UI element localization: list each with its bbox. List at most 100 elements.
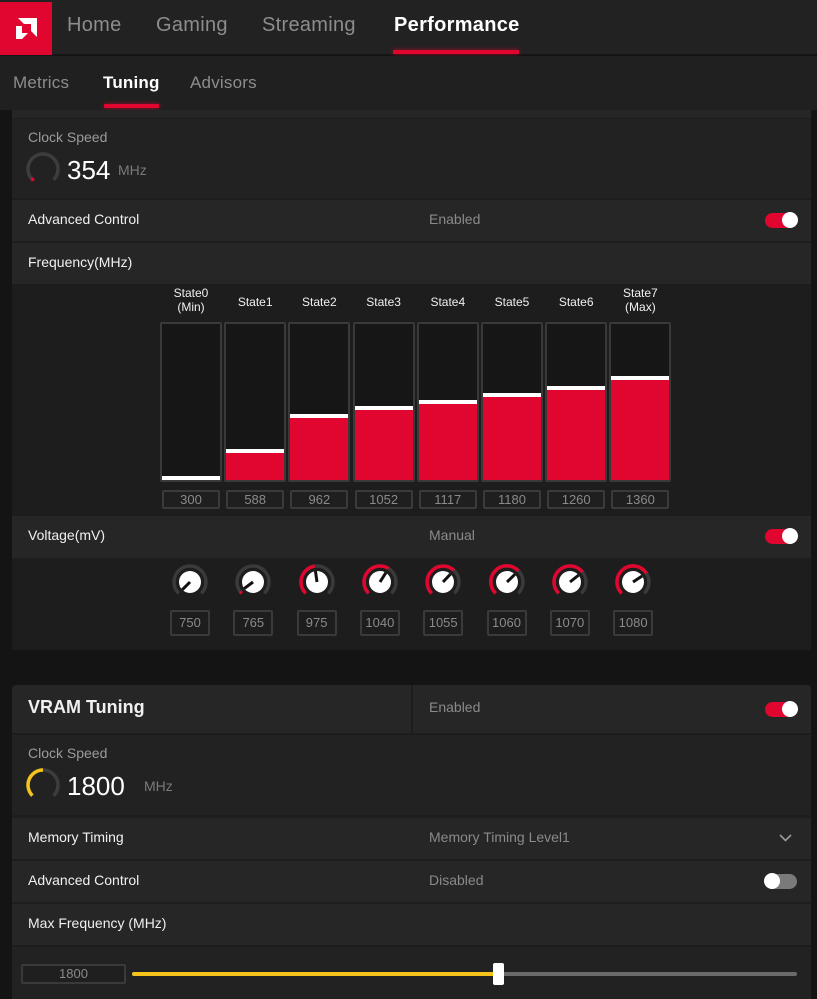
vram-tuning-status: Enabled: [429, 699, 481, 715]
voltage-dial[interactable]: [487, 564, 527, 602]
nav-tab-gaming[interactable]: Gaming: [156, 14, 228, 37]
voltage-input[interactable]: 1080: [613, 610, 654, 636]
frequency-state-fill: [354, 410, 413, 480]
voltage-label: Voltage(mV): [28, 527, 106, 543]
voltage-dial[interactable]: [613, 564, 653, 602]
frequency-state-input[interactable]: 1360: [611, 490, 670, 509]
vram-tuning-panel: VRAM Tuning Enabled Clock Speed 1800 MHz…: [12, 685, 811, 999]
gpu-clock-gauge-icon: [26, 152, 60, 182]
frequency-state-input[interactable]: 588: [226, 490, 285, 509]
frequency-state-handle[interactable]: [290, 414, 349, 418]
vram-clock-gauge-icon: [26, 768, 60, 797]
frequency-state-slider[interactable]: [609, 322, 672, 482]
frequency-state-bars: State0 (Min) 300 State1 588 State2 962 State3 10…: [160, 286, 680, 516]
frequency-state-handle[interactable]: [611, 376, 670, 380]
subtab-metrics[interactable]: Metrics: [13, 73, 69, 93]
gpu-clock-unit: MHz: [118, 162, 147, 178]
active-subtab-indicator: [104, 104, 159, 108]
frequency-state-input[interactable]: 1052: [354, 490, 413, 509]
frequency-state-slider[interactable]: [416, 322, 479, 482]
state-name-label: State4: [430, 295, 466, 309]
max-frequency-slider-thumb[interactable]: [492, 963, 504, 985]
frequency-state-slider[interactable]: [545, 322, 608, 482]
frequency-state-input[interactable]: 300: [162, 490, 220, 509]
memory-timing-label: Memory Timing: [28, 829, 124, 845]
max-frequency-row: Max Frequency (MHz): [12, 904, 811, 945]
frequency-state-input[interactable]: 1180: [483, 490, 541, 509]
frequency-state-handle[interactable]: [162, 476, 220, 480]
gpu-clock-value: 354: [67, 155, 111, 185]
voltage-manual-toggle[interactable]: [765, 528, 798, 544]
frequency-state-input[interactable]: 962: [290, 490, 349, 509]
max-frequency-input[interactable]: 1800: [21, 964, 126, 984]
frequency-state-handle[interactable]: [547, 386, 606, 390]
voltage-input[interactable]: 975: [296, 610, 337, 636]
voltage-mode: Manual: [429, 527, 475, 543]
state-name-label: State6: [558, 295, 594, 309]
frequency-state-input[interactable]: 1260: [547, 490, 606, 509]
vram-advanced-control-row: Advanced Control Disabled: [12, 861, 811, 902]
gpu-advanced-control-row: Advanced Control Enabled: [12, 200, 811, 241]
voltage-dial[interactable]: [423, 564, 463, 602]
vram-clock-label: Clock Speed: [28, 745, 108, 761]
voltage-input[interactable]: 1040: [359, 610, 400, 636]
state-name-label: State5: [494, 295, 530, 309]
voltage-input[interactable]: 1060: [486, 610, 527, 636]
frequency-state-fill: [611, 380, 670, 480]
max-frequency-slider-row: 1800: [12, 947, 811, 999]
frequency-state-slider[interactable]: [288, 322, 351, 482]
gpu-advanced-control-status: Enabled: [429, 211, 481, 227]
voltage-header-row: Voltage(mV) Manual: [12, 516, 811, 558]
sub-nav-bar: Metrics Tuning Advisors: [0, 56, 817, 110]
memory-timing-row: Memory Timing Memory Timing Level1: [12, 818, 811, 859]
voltage-input[interactable]: 765: [233, 610, 274, 636]
top-nav-bar: Home Gaming Streaming Performance: [0, 0, 817, 55]
frequency-label: Frequency(MHz): [28, 254, 133, 270]
nav-tab-streaming[interactable]: Streaming: [262, 14, 356, 37]
memory-timing-dropdown[interactable]: Memory Timing Level1: [413, 818, 811, 859]
voltage-dial[interactable]: [170, 564, 210, 602]
frequency-state-handle[interactable]: [418, 400, 477, 404]
vram-tuning-toggle[interactable]: [765, 701, 798, 717]
tuning-content[interactable]: Clock Speed 354 MHz Advanced Control Ena…: [0, 110, 817, 999]
state-name-label: State3: [366, 295, 401, 309]
active-tab-indicator: [393, 50, 519, 54]
frequency-state-input[interactable]: 1117: [418, 490, 477, 509]
vram-advanced-control-status: Disabled: [429, 872, 484, 888]
gpu-advanced-control-toggle[interactable]: [765, 212, 798, 228]
frequency-state-handle[interactable]: [226, 449, 285, 453]
vram-clock-value: 1800: [67, 771, 125, 801]
voltage-dial[interactable]: [297, 564, 337, 602]
gpu-header-row-partial: [12, 110, 811, 118]
voltage-input[interactable]: 1055: [423, 610, 464, 636]
frequency-state-handle[interactable]: [483, 393, 541, 397]
nav-tab-home[interactable]: Home: [67, 14, 122, 37]
vram-clock-speed-row: Clock Speed 1800 MHz: [12, 735, 811, 815]
max-frequency-slider-fill: [132, 972, 498, 976]
frequency-state-fill: [547, 390, 606, 480]
frequency-state-slider[interactable]: [352, 322, 415, 482]
frequency-state-slider[interactable]: [160, 322, 222, 482]
frequency-state-slider[interactable]: [224, 322, 287, 482]
frequency-state-slider[interactable]: [481, 322, 543, 482]
subtab-advisors[interactable]: Advisors: [190, 73, 257, 93]
voltage-dial[interactable]: [233, 564, 273, 602]
frequency-state-fill: [290, 418, 349, 480]
vram-tuning-title: VRAM Tuning: [28, 697, 145, 717]
max-frequency-slider[interactable]: [132, 963, 797, 985]
voltage-dial[interactable]: [360, 564, 400, 602]
voltage-input[interactable]: 750: [170, 610, 210, 636]
amd-logo-icon[interactable]: [0, 2, 52, 55]
memory-timing-value: Memory Timing Level1: [429, 829, 570, 845]
gpu-tuning-panel: Clock Speed 354 MHz Advanced Control Ena…: [12, 110, 811, 650]
voltage-dial[interactable]: [550, 564, 590, 602]
dial-fill: [239, 590, 244, 595]
state-name-label: State7 (Max): [623, 286, 658, 314]
vram-advanced-control-toggle[interactable]: [764, 873, 797, 889]
voltage-input[interactable]: 1070: [549, 610, 590, 636]
subtab-tuning[interactable]: Tuning: [103, 73, 160, 93]
frequency-state-handle[interactable]: [354, 406, 413, 410]
frequency-state-fill: [226, 453, 285, 480]
nav-tab-performance[interactable]: Performance: [394, 14, 520, 37]
dial-pointer: [313, 570, 319, 583]
